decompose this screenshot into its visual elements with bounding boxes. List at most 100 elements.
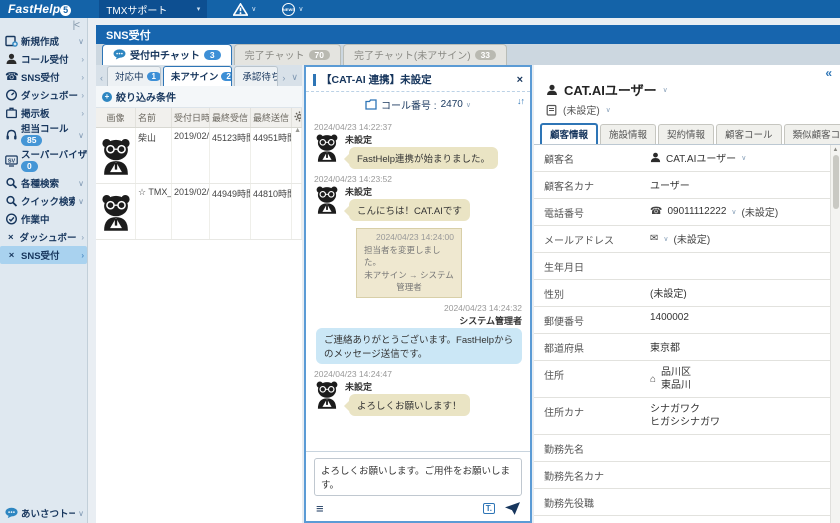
field-row-workplace-title[interactable]: 勤務先役職 [534,489,830,516]
tab-customer-calls[interactable]: 顧客コール [716,124,782,144]
field-row-phone[interactable]: 電話番号 ☎ 09011112222 ∨ (未設定) [534,199,830,226]
chevron-down-icon[interactable]: ∨ [663,86,668,94]
chevron-down-icon: ∨ [606,106,611,114]
tenant-label: TMXサポート [106,2,167,17]
sidebar-open-item-dashboard[interactable]: × ダッシュボード › [0,228,87,246]
close-icon[interactable]: × [517,74,523,86]
chat-messages[interactable]: 2024/04/23 14:22:37 未設定 FastHelp連携が始まりまし… [306,115,530,451]
customer-secondary-select[interactable]: (未設定) ∨ [534,99,840,119]
sidebar-item-bulletin-board[interactable]: 掲示板 › [0,104,87,122]
avatar [99,192,133,232]
field-row-customer-kana[interactable]: 顧客名カナ ユーザー [534,172,830,199]
fields-scrollbar[interactable]: ▲ [830,145,840,523]
tab-completed-chats[interactable]: 完了チャット 70 [234,44,341,65]
message-sender: 未設定 [345,185,372,198]
tab-facility-info[interactable]: 施設情報 [600,124,656,144]
customer-tabs: 顧客情報 施設情報 契約情報 顧客コール 類似顧客コール SNS顧客 [534,119,840,145]
field-row-prefecture[interactable]: 都道府県 東京都 [534,334,830,361]
subtab-scroll-right-icon[interactable]: › [280,73,287,86]
sidebar-item-greeting-talk[interactable]: あいさつトーク ∨ [0,504,87,523]
list-scroll-up-icon[interactable]: ▲ [294,127,301,134]
chevron-down-icon: ∨ [78,509,84,518]
field-row-address-kana[interactable]: 住所カナ シナガワクヒガシシナガワ [534,398,830,435]
table-row[interactable]: 柴山 2019/02/1 45123時間5 44951時間5 [96,128,302,184]
subtab-count-badge: 2 [221,72,232,81]
subtab-awaiting-approval[interactable]: 承認待ち [234,66,278,86]
chat-list-panel: ‹ 対応中 1 未アサイン 2 承認待ち › ∨ [96,65,302,523]
sidebar-item-call-reception[interactable]: コール受付 › [0,50,87,68]
filter-conditions[interactable]: + 絞り込み条件 [96,86,302,108]
message-timestamp: 2024/04/23 14:22:37 [314,122,522,132]
call-number-select[interactable]: 2470 ∨ [441,99,471,110]
sidebar-item-in-progress[interactable]: 作業中 [0,210,87,228]
scrollbar-thumb[interactable] [833,155,839,209]
arrow-icon: → [409,270,418,280]
close-icon[interactable]: × [5,250,18,261]
tab-similar-customer-calls[interactable]: 類似顧客コール [784,124,840,144]
tab-active-chats[interactable]: 受付中チャット 3 [102,44,232,65]
chevron-down-icon: ▾ [197,5,201,13]
scroll-up-icon[interactable]: ▲ [833,145,839,155]
chevron-right-icon: › [81,109,84,118]
menu-icon[interactable]: ≡ [316,504,324,514]
sidebar-collapse-icon[interactable]: |< [73,20,79,31]
customer-name: CAT.AIユーザー [564,80,657,99]
template-button[interactable]: T. [483,503,495,514]
logo-5-badge: 5 [60,5,71,16]
table-row[interactable]: ☆ TMX__T. 2019/02/2 44949時間7 44810時間5 [96,184,302,240]
sidebar-item-various-search[interactable]: 各種検索 ∨ [0,174,87,192]
field-row-workplace-kana[interactable]: 勤務先名カナ [534,462,830,489]
chevron-down-icon[interactable]: ∨ [663,235,668,243]
sidebar-item-sns-reception[interactable]: ☎ SNS受付 › [0,68,87,86]
tab-customer-info[interactable]: 顧客情報 [540,123,598,144]
news-menu[interactable]: NEWS ∨ [282,3,303,16]
field-row-birthdate[interactable]: 生年月日 [534,253,830,280]
send-icon[interactable] [505,502,520,515]
system-event-timestamp: 2024/04/23 14:24:00 [364,232,454,242]
subtab-responding[interactable]: 対応中 1 [107,66,161,86]
panel-collapse-icon[interactable]: « [825,68,832,78]
sort-icon[interactable]: ↓↑ [517,96,524,106]
field-row-email[interactable]: メールアドレス ✉ ∨ (未設定) [534,226,830,253]
avatar [99,136,133,176]
sidebar-item-supervisor[interactable]: スーパーバイザ 0 ∨ [0,148,87,174]
field-row-address[interactable]: 住所 ⌂ 品川区東品川 [534,361,830,398]
supervisor-monitor-icon [5,155,18,167]
sidebar-item-dashboard[interactable]: ダッシュボード › [0,86,87,104]
page-title: SNS受付 [96,25,840,44]
field-row-workplace-name[interactable]: 勤務先名 [534,435,830,462]
person-icon [5,53,18,65]
tenant-select[interactable]: TMXサポート ▾ [99,0,207,18]
field-row-customer-name[interactable]: 顧客名 CAT.AIユーザー ∨ [534,145,830,172]
column-settings-gear-icon[interactable] [292,108,302,127]
field-row-gender[interactable]: 性別 (未設定) [534,280,830,307]
chat-message-input[interactable]: よろしくお願いします。ご用件をお願いします。 [314,458,522,496]
sidebar-item-assigned-calls[interactable]: 担当コール 85 ∨ [0,122,87,148]
sidebar-item-quick-search[interactable]: クイック検索 ∨ [0,192,87,210]
tab-count-badge: 3 [204,50,221,60]
chevron-down-icon[interactable]: ∨ [741,154,746,162]
chevron-right-icon: › [81,73,84,82]
accent-bar [313,74,316,86]
sidebar-open-item-sns-reception[interactable]: × SNS受付 › [0,246,87,264]
subtab-count-badge: 1 [147,72,161,81]
customer-header: CAT.AIユーザー ∨ [534,78,840,99]
message-sender: 未設定 [345,380,372,393]
field-row-workplace-department[interactable]: 勤務先部署名 [534,516,830,523]
sidebar-item-new-create[interactable]: 新規作成 ∨ [0,32,87,50]
subtab-scroll-left-icon[interactable]: ‹ [98,73,105,86]
news-icon: NEWS [282,3,295,16]
chevron-down-icon: ∨ [298,5,303,13]
field-row-postal-code[interactable]: 郵便番号 1400002 [534,307,830,334]
alerts-menu[interactable]: ∨ [233,3,256,16]
tab-contract-info[interactable]: 契約情報 [658,124,714,144]
sub-tabs: ‹ 対応中 1 未アサイン 2 承認待ち › ∨ [96,65,302,86]
chevron-down-icon[interactable]: ∨ [731,208,736,216]
chevron-down-icon: ∨ [251,5,256,13]
subtab-overflow-icon[interactable]: ∨ [289,72,300,86]
warning-icon [233,3,248,16]
close-icon[interactable]: × [5,232,17,243]
tab-completed-unassigned-chats[interactable]: 完了チャット(未アサイン) 33 [343,44,507,65]
subtab-unassigned[interactable]: 未アサイン 2 [163,66,233,86]
supervisor-count-badge: 0 [21,161,38,172]
